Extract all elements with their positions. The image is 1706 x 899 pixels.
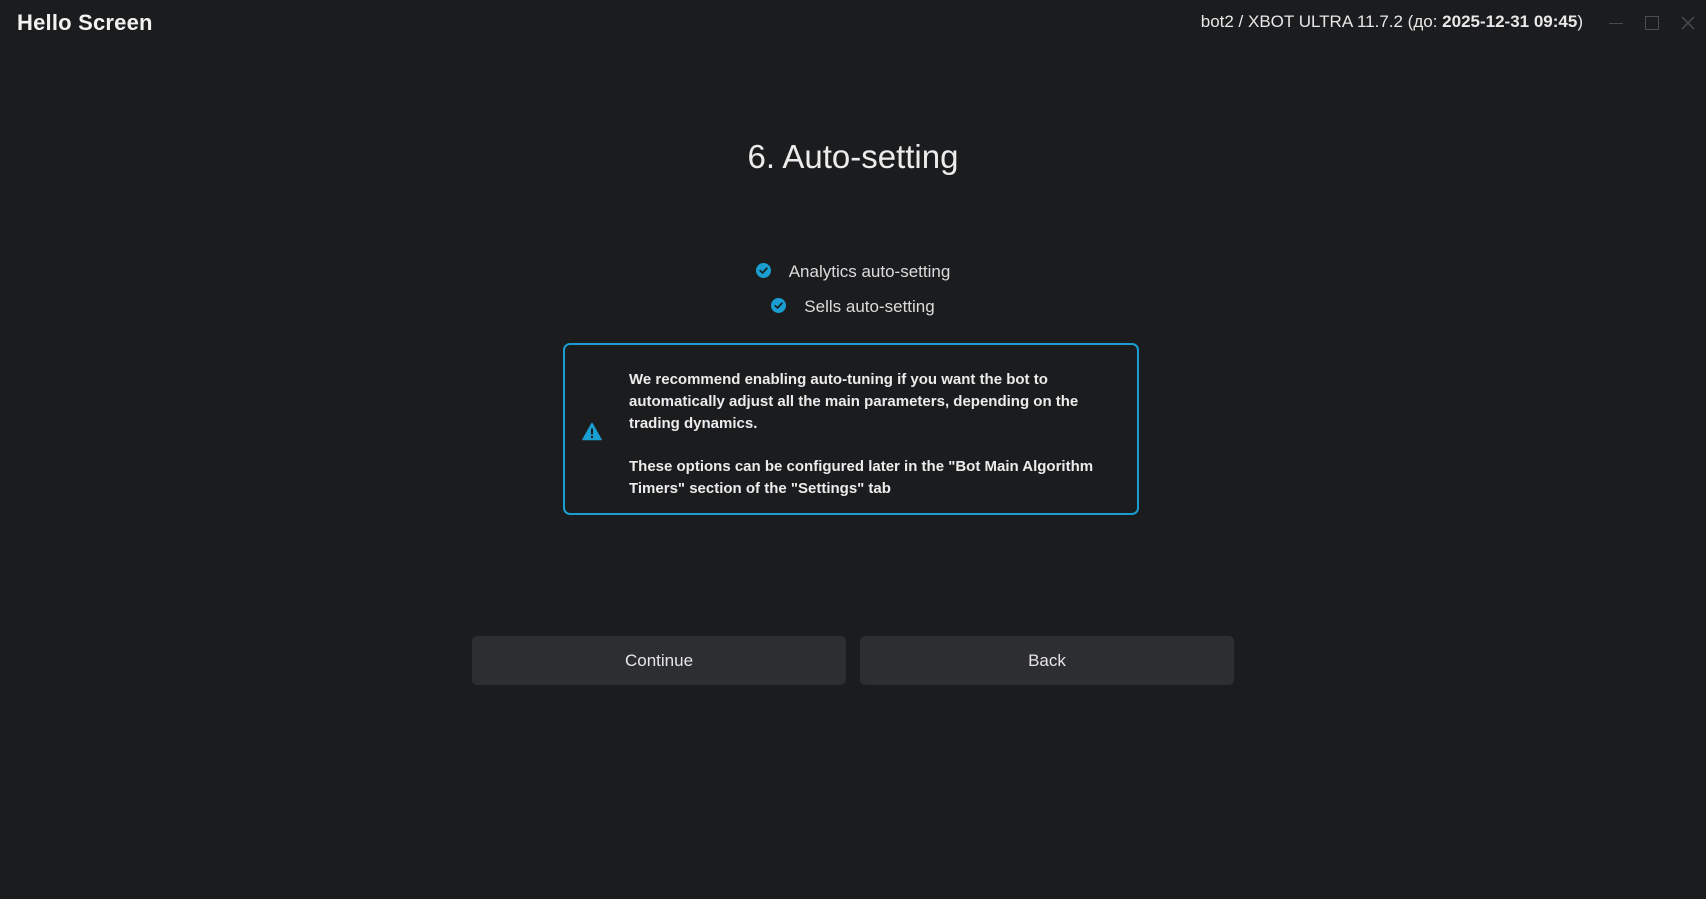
auto-setting-checklist: Analytics auto-setting Sells auto-settin… [0, 254, 1706, 324]
maximize-icon [1645, 16, 1659, 30]
step-heading: 6. Auto-setting [747, 138, 959, 175]
check-circle-icon [771, 297, 787, 313]
recommendation-notice: We recommend enabling auto-tuning if you… [563, 343, 1139, 515]
minimize-icon [1609, 22, 1623, 24]
notice-text: We recommend enabling auto-tuning if you… [629, 369, 1119, 500]
window-title: Hello Screen [17, 10, 153, 35]
check-item-label: Analytics auto-setting [788, 261, 951, 281]
title-bar[interactable]: Hello Screen bot2 / XBOT ULTRA 11.7.2 (д… [0, 0, 1706, 46]
minimize-button[interactable] [1604, 12, 1628, 34]
bot-info-prefix: bot2 / XBOT ULTRA 11.7.2 (до: [1200, 12, 1443, 31]
back-button[interactable]: Back [860, 636, 1234, 685]
warning-icon [582, 422, 602, 441]
notice-paragraph-2: These options can be configured later in… [629, 458, 1094, 497]
close-icon [1681, 16, 1695, 30]
bot-info-suffix: ) [1577, 12, 1583, 31]
notice-paragraph-1: We recommend enabling auto-tuning if you… [629, 371, 1079, 432]
license-expiry-date: 2025-12-31 09:45 [1442, 12, 1578, 31]
continue-button[interactable]: Continue [472, 636, 846, 685]
check-item-sells: Sells auto-setting [0, 289, 1706, 324]
check-item-label: Sells auto-setting [804, 296, 935, 316]
maximize-button[interactable] [1640, 12, 1664, 34]
check-circle-icon [755, 262, 771, 278]
bot-license-info: bot2 / XBOT ULTRA 11.7.2 (до: 2025-12-31… [1201, 12, 1583, 32]
close-button[interactable] [1676, 12, 1700, 34]
check-item-analytics: Analytics auto-setting [0, 254, 1706, 289]
hello-screen-window: Hello Screen bot2 / XBOT ULTRA 11.7.2 (д… [0, 0, 1706, 899]
navigation-buttons: Continue Back [472, 636, 1234, 685]
